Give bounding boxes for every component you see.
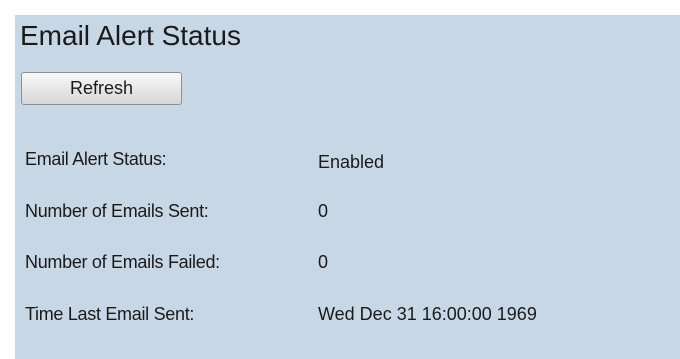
email-alert-status-label: Email Alert Status:: [25, 149, 167, 169]
time-last-email-sent-label: Time Last Email Sent:: [25, 304, 195, 324]
emails-failed-label: Number of Emails Failed:: [25, 252, 220, 272]
time-last-email-sent-value: Wed Dec 31 16:00:00 1969: [318, 304, 537, 324]
refresh-button[interactable]: Refresh: [21, 72, 182, 105]
page-title: Email Alert Status: [20, 20, 241, 51]
email-alert-status-value: Enabled: [318, 152, 385, 172]
emails-sent-label: Number of Emails Sent:: [25, 201, 209, 221]
emails-sent-value: 0: [318, 201, 329, 221]
emails-failed-value: 0: [318, 252, 329, 272]
